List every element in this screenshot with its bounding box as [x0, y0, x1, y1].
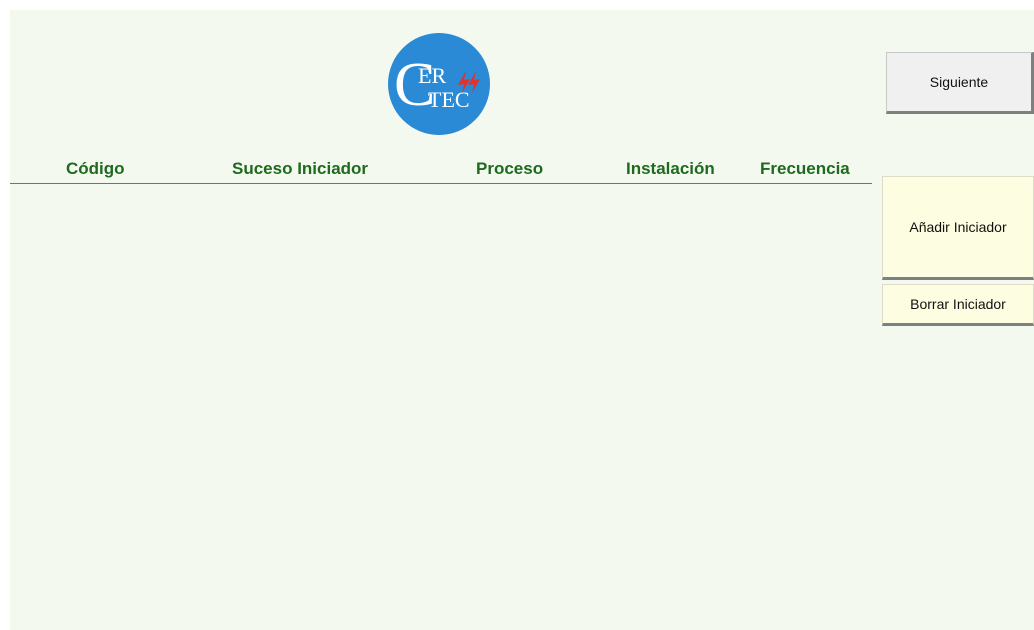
logo-line2: TEC [428, 87, 470, 112]
delete-initiator-button[interactable]: Borrar Iniciador [882, 284, 1034, 326]
next-button-label: Siguiente [929, 74, 989, 90]
certec-logo-icon: C ER TEC [388, 33, 490, 135]
delete-initiator-label: Borrar Iniciador [910, 296, 1006, 312]
header-divider [10, 183, 872, 184]
column-header-proceso: Proceso [476, 159, 544, 178]
logo-line1: ER [418, 63, 446, 88]
column-header-codigo: Código [66, 159, 125, 178]
worksheet-area: C ER TEC Código Suceso Iniciador Proceso… [10, 10, 1034, 630]
column-header-frecuencia: Frecuencia [760, 159, 850, 178]
certec-logo: C ER TEC [388, 33, 490, 135]
column-header-instalacion: Instalación [626, 159, 715, 178]
column-header-suceso-iniciador: Suceso Iniciador [232, 159, 369, 178]
add-initiator-button[interactable]: Añadir Iniciador [882, 176, 1034, 280]
next-button[interactable]: Siguiente [886, 52, 1034, 114]
add-initiator-label: Añadir Iniciador [909, 219, 1007, 235]
table-header-row: Código Suceso Iniciador Proceso Instalac… [10, 155, 872, 183]
